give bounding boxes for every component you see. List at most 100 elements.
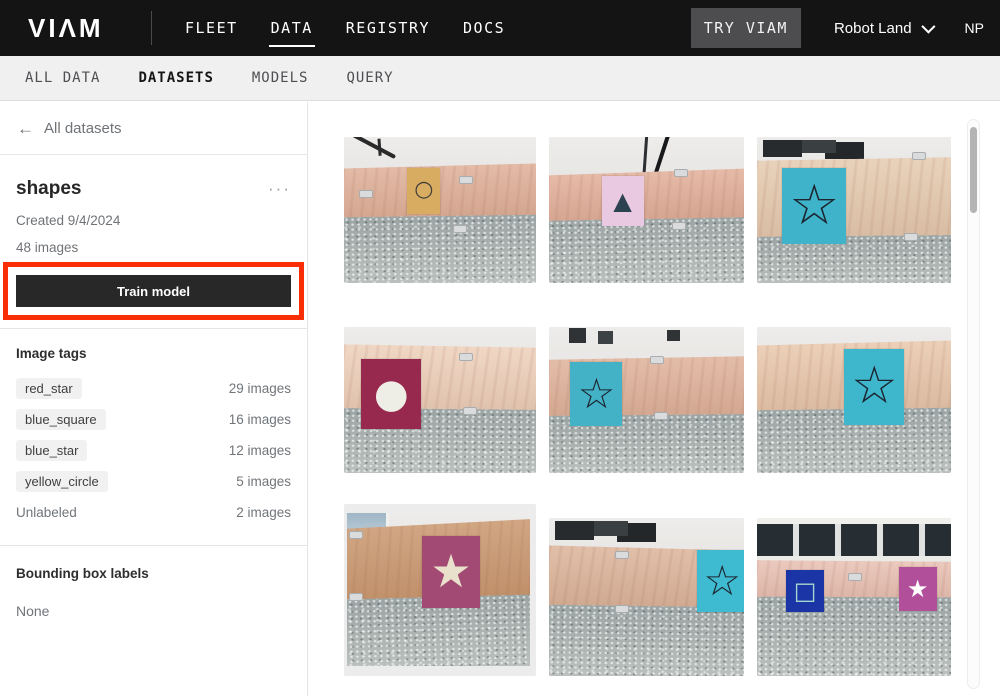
- top-nav: VIΛM FLEET DATA REGISTRY DOCS TRY VIAM Robo…: [0, 0, 1000, 56]
- tab-datasets[interactable]: DATASETS: [138, 70, 213, 86]
- try-viam-button[interactable]: TRY VIAM: [691, 8, 801, 48]
- more-options-icon[interactable]: ···: [268, 186, 291, 193]
- tag-row: blue_star 12 images: [16, 439, 291, 461]
- metal-bracket: [674, 169, 688, 177]
- shape-card: ☆: [844, 349, 904, 425]
- metal-bracket: [459, 176, 473, 184]
- back-arrow-icon: ←: [17, 120, 34, 137]
- nav-data[interactable]: DATA: [271, 19, 313, 37]
- shape-glyph: ☆: [851, 362, 898, 411]
- tag-count: 29 images: [229, 381, 291, 396]
- secondary-nav: ALL DATA DATASETS MODELS QUERY: [0, 56, 1000, 101]
- shape-glyph: ☆: [789, 179, 839, 232]
- metal-bracket: [904, 233, 918, 241]
- tag-label-unlabeled: Unlabeled: [16, 505, 77, 520]
- image-thumbnail-maroon-card-circle[interactable]: ●: [344, 327, 536, 473]
- image-tags-header: Image tags: [16, 346, 291, 361]
- background-blocks-decoration: [763, 140, 802, 158]
- gallery-scrollbar-track[interactable]: [967, 119, 980, 689]
- shape-card: ○: [407, 168, 440, 214]
- viam-logo-text: VIΛM: [28, 13, 104, 44]
- back-label: All datasets: [44, 120, 122, 137]
- shape-card: ☆: [570, 362, 622, 426]
- metal-bracket: [359, 190, 373, 198]
- annotation-highlight-box: Train model: [3, 262, 304, 320]
- nav-registry[interactable]: REGISTRY: [346, 19, 430, 37]
- shape-glyph: □: [794, 580, 817, 603]
- chevron-down-icon: [921, 20, 935, 34]
- dataset-title: shapes: [16, 178, 81, 200]
- viam-logo[interactable]: VIΛM: [0, 0, 152, 56]
- back-to-datasets-link[interactable]: ← All datasets: [0, 102, 307, 155]
- photo: ☆: [757, 327, 951, 473]
- tag-count: 12 images: [229, 443, 291, 458]
- train-model-button[interactable]: Train model: [16, 275, 291, 307]
- sidebar-divider: [0, 328, 307, 329]
- tag-row: yellow_circle 5 images: [16, 470, 291, 492]
- tab-models[interactable]: MODELS: [252, 70, 309, 86]
- metal-bracket: [848, 573, 862, 581]
- tag-count: 5 images: [236, 474, 291, 489]
- image-thumbnail-blue-square-and-magenta-star[interactable]: □★: [757, 518, 951, 676]
- tag-row: blue_square 16 images: [16, 408, 291, 430]
- metal-bracket: [615, 605, 629, 613]
- background-blocks-decoration: [555, 521, 594, 540]
- bounding-box-labels-header: Bounding box labels: [16, 566, 291, 581]
- metal-bracket: [650, 356, 664, 364]
- image-thumbnail-teal-card-star-right[interactable]: ☆: [549, 518, 744, 676]
- shape-card: ★: [422, 536, 480, 608]
- image-thumbnail-teal-card-star-center[interactable]: ☆: [757, 327, 951, 473]
- dataset-title-row: shapes ···: [16, 178, 291, 200]
- nav-docs[interactable]: DOCS: [463, 19, 505, 37]
- photo: ☆: [757, 137, 951, 283]
- tag-row: Unlabeled 2 images: [16, 501, 291, 523]
- tag-pill-red_star[interactable]: red_star: [16, 378, 82, 399]
- nav-fleet[interactable]: FLEET: [185, 19, 238, 37]
- tag-pill-yellow_circle[interactable]: yellow_circle: [16, 471, 108, 492]
- photo: □★: [757, 518, 951, 676]
- org-switcher[interactable]: Robot Land: [834, 20, 932, 37]
- sidebar-divider: [0, 545, 307, 546]
- metal-bracket: [349, 593, 363, 601]
- primary-nav: FLEET DATA REGISTRY DOCS: [185, 19, 505, 37]
- bounding-box-labels-value: None: [16, 603, 291, 619]
- background-cable-decoration: [352, 137, 396, 159]
- tag-count: 2 images: [236, 505, 291, 520]
- photo: ○: [344, 137, 536, 283]
- viam-app: VIΛM FLEET DATA REGISTRY DOCS TRY VIAM Robo…: [0, 0, 1000, 696]
- tag-list: red_star29 imagesblue_square16 imagesblu…: [0, 377, 307, 523]
- tag-pill-blue_square[interactable]: blue_square: [16, 409, 106, 430]
- image-thumbnail-tan-card-circle[interactable]: ○: [344, 137, 536, 283]
- shape-card: ☆: [782, 168, 846, 244]
- shape-card: ●: [361, 359, 421, 429]
- image-thumbnail-teal-card-star-small[interactable]: ☆: [549, 327, 744, 473]
- tab-query[interactable]: QUERY: [346, 70, 393, 86]
- shape-glyph: ★: [430, 550, 471, 594]
- tag-count: 16 images: [229, 412, 291, 427]
- metal-bracket: [463, 407, 477, 415]
- photo: ☆: [549, 518, 744, 676]
- shape-glyph: ○: [414, 180, 433, 201]
- image-thumbnail-pink-card-triangle[interactable]: ▲: [549, 137, 744, 283]
- tab-all-data[interactable]: ALL DATA: [25, 70, 100, 86]
- metal-bracket: [672, 222, 686, 230]
- carpet-floor: [344, 214, 536, 283]
- image-thumbnail-teal-card-star-left[interactable]: ☆: [757, 137, 951, 283]
- photo: ▲: [549, 137, 744, 283]
- shape-glyph: ▲: [613, 190, 631, 213]
- user-avatar[interactable]: NP: [965, 20, 984, 36]
- gallery-scrollbar-thumb[interactable]: [970, 127, 977, 213]
- tag-pill-blue_star[interactable]: blue_star: [16, 440, 87, 461]
- shape-card: ▲: [602, 176, 644, 226]
- metal-bracket: [349, 531, 363, 539]
- image-thumbnail-magenta-card-star[interactable]: ★: [344, 504, 536, 676]
- dataset-image-count: 48 images: [16, 240, 291, 255]
- dataset-sidebar: ← All datasets shapes ··· Created 9/4/20…: [0, 102, 308, 696]
- shape-glyph: ☆: [703, 561, 741, 601]
- photo: ☆: [549, 327, 744, 473]
- metal-bracket: [654, 412, 668, 420]
- carpet-floor: [549, 605, 744, 676]
- shape-card: ☆: [697, 550, 744, 612]
- metal-bracket: [912, 152, 926, 160]
- shape-card: □: [786, 570, 824, 612]
